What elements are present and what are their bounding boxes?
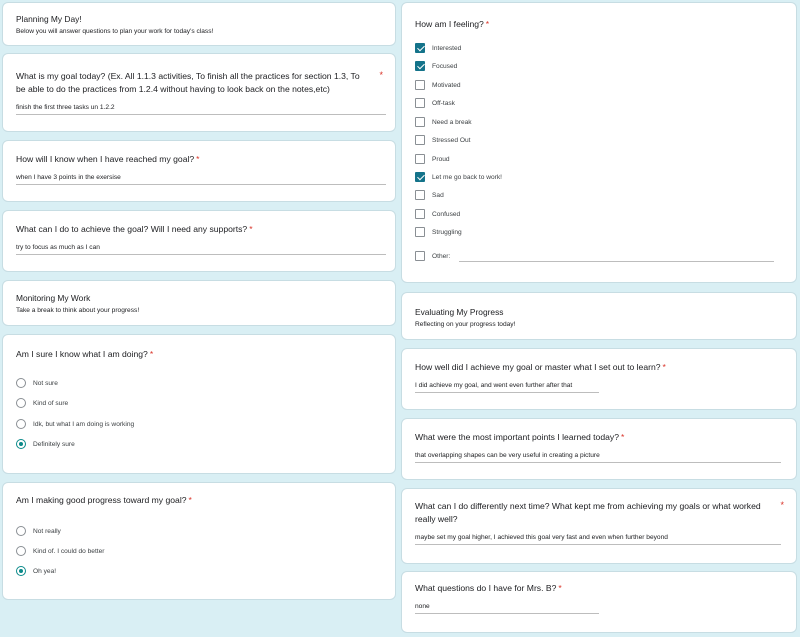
answer-input[interactable]: none bbox=[415, 603, 599, 614]
checkbox-checked[interactable] bbox=[415, 61, 425, 71]
checkbox-option[interactable]: Let me go back to work! bbox=[415, 171, 502, 183]
radio-button[interactable] bbox=[16, 419, 26, 429]
question-goal: What is my goal today? (Ex. All 1.1.3 ac… bbox=[2, 53, 396, 132]
checkbox-option[interactable]: Sad bbox=[415, 189, 444, 201]
section-monitoring: Monitoring My Work Take a break to think… bbox=[2, 280, 396, 326]
question-how-well: How well did I achieve my goal or master… bbox=[401, 348, 797, 410]
section-evaluating: Evaluating My Progress Reflecting on you… bbox=[401, 292, 797, 340]
checkbox[interactable] bbox=[415, 154, 425, 164]
section-title: Evaluating My Progress bbox=[415, 307, 504, 317]
question-title: What is my goal today? (Ex. All 1.1.3 ac… bbox=[16, 71, 360, 94]
question-progress: Am I making good progress toward my goal… bbox=[2, 482, 396, 600]
checkbox[interactable] bbox=[415, 80, 425, 90]
answer-input[interactable]: maybe set my goal higher, I achieved thi… bbox=[415, 534, 781, 545]
other-text-input[interactable] bbox=[459, 261, 774, 262]
radio-button[interactable] bbox=[16, 398, 26, 408]
question-title: How am I feeling? * bbox=[415, 19, 490, 29]
radio-button-selected[interactable] bbox=[16, 566, 26, 576]
checkbox[interactable] bbox=[415, 209, 425, 219]
checkbox-option[interactable]: Focused bbox=[415, 60, 457, 72]
required-asterisk: * bbox=[379, 70, 383, 80]
checkbox-option[interactable]: Stressed Out bbox=[415, 134, 470, 146]
radio-option-selected[interactable]: Definitely sure bbox=[16, 438, 75, 450]
checkbox[interactable] bbox=[415, 190, 425, 200]
checkbox-checked[interactable] bbox=[415, 172, 425, 182]
checkbox-option[interactable]: Proud bbox=[415, 153, 450, 165]
answer-input[interactable]: finish the first three tasks un 1.2.2 bbox=[16, 104, 386, 115]
question-title: What were the most important points I le… bbox=[415, 432, 625, 442]
answer-input[interactable]: try to focus as much as I can bbox=[16, 244, 386, 255]
section-description: Below you will answer questions to plan … bbox=[16, 28, 214, 35]
radio-button[interactable] bbox=[16, 378, 26, 388]
question-important: What were the most important points I le… bbox=[401, 418, 797, 480]
section-description: Reflecting on your progress today! bbox=[415, 321, 516, 328]
answer-input[interactable]: when I have 3 points in the exersise bbox=[16, 174, 386, 185]
question-title: Am I making good progress toward my goal… bbox=[16, 495, 192, 505]
checkbox-option[interactable]: Confused bbox=[415, 208, 460, 220]
section-planning: Planning My Day! Below you will answer q… bbox=[2, 2, 396, 46]
question-reached-goal: How will I know when I have reached my g… bbox=[2, 140, 396, 202]
checkbox-option[interactable]: Need a break bbox=[415, 116, 472, 128]
radio-option-selected[interactable]: Oh yea! bbox=[16, 565, 56, 577]
question-title: How will I know when I have reached my g… bbox=[16, 154, 200, 164]
answer-input[interactable]: I did achieve my goal, and went even fur… bbox=[415, 382, 599, 393]
checkbox-option[interactable]: Interested bbox=[415, 42, 461, 54]
radio-option[interactable]: Kind of. I could do better bbox=[16, 545, 104, 557]
radio-button[interactable] bbox=[16, 546, 26, 556]
question-differently: What can I do differently next time? Wha… bbox=[401, 488, 797, 564]
radio-button-selected[interactable] bbox=[16, 439, 26, 449]
checkbox[interactable] bbox=[415, 227, 425, 237]
checkbox-option-other[interactable]: Other: bbox=[415, 250, 450, 262]
checkbox[interactable] bbox=[415, 117, 425, 127]
question-title: What can I do differently next time? Wha… bbox=[415, 501, 761, 524]
radio-option[interactable]: Not really bbox=[16, 525, 61, 537]
section-title: Planning My Day! bbox=[16, 14, 82, 24]
question-feeling: How am I feeling? * Interested Focused Mo… bbox=[401, 2, 797, 283]
question-title: How well did I achieve my goal or master… bbox=[415, 362, 666, 372]
question-title: Am I sure I know what I am doing? * bbox=[16, 349, 154, 359]
required-asterisk: * bbox=[780, 500, 784, 510]
checkbox-option[interactable]: Off-task bbox=[415, 97, 455, 109]
checkbox-option[interactable]: Motivated bbox=[415, 79, 461, 91]
question-sure: Am I sure I know what I am doing? * Not s… bbox=[2, 334, 396, 474]
question-achieve-goal: What can I do to achieve the goal? Will … bbox=[2, 210, 396, 272]
checkbox[interactable] bbox=[415, 98, 425, 108]
section-title: Monitoring My Work bbox=[16, 293, 91, 303]
checkbox-checked[interactable] bbox=[415, 43, 425, 53]
question-title: What questions do I have for Mrs. B? * bbox=[415, 583, 562, 593]
radio-option[interactable]: Not sure bbox=[16, 377, 58, 389]
question-mrs-b: What questions do I have for Mrs. B? * no… bbox=[401, 571, 797, 633]
radio-button[interactable] bbox=[16, 526, 26, 536]
radio-option[interactable]: Kind of sure bbox=[16, 397, 68, 409]
checkbox-option[interactable]: Struggling bbox=[415, 226, 462, 238]
answer-input[interactable]: that overlapping shapes can be very usef… bbox=[415, 452, 781, 463]
radio-option[interactable]: Idk, but what I am doing is working bbox=[16, 418, 134, 430]
section-description: Take a break to think about your progres… bbox=[16, 307, 140, 314]
checkbox[interactable] bbox=[415, 135, 425, 145]
question-title: What can I do to achieve the goal? Will … bbox=[16, 224, 253, 234]
checkbox[interactable] bbox=[415, 251, 425, 261]
